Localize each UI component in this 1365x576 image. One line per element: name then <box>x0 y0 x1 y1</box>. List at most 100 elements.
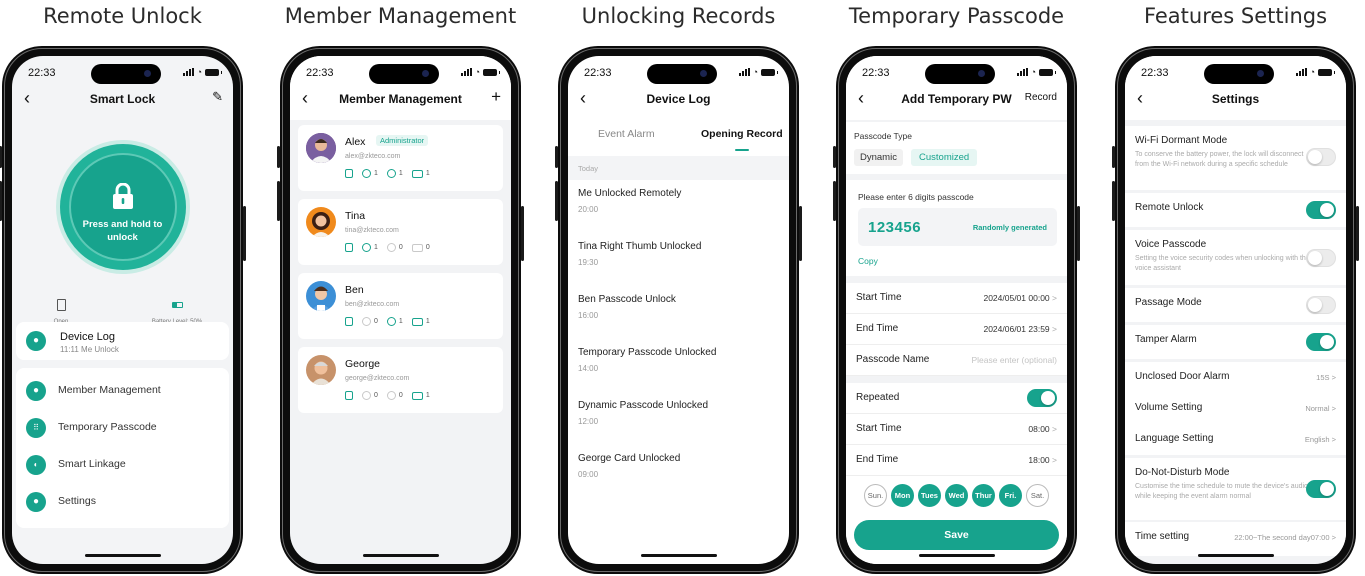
phone-icon <box>345 391 353 400</box>
press-hold-label: Press and hold to unlock <box>82 219 163 243</box>
passage-mode-toggle[interactable] <box>1306 296 1336 314</box>
passcode-value: 123456 <box>868 219 922 236</box>
day-friday[interactable]: Fri. <box>999 483 1022 507</box>
save-button[interactable]: Save <box>854 520 1059 550</box>
bell-icon: ● <box>26 331 46 351</box>
app-credential <box>345 169 353 178</box>
wifi-dormant-toggle[interactable] <box>1306 148 1336 166</box>
setting-value: 15S > <box>1316 373 1336 382</box>
menu-item-temporary-passcode[interactable]: ⠿ Temporary Passcode <box>16 409 229 446</box>
chevron-right-icon: > <box>1331 435 1336 444</box>
day-tuesday[interactable]: Tues <box>918 483 941 507</box>
record-time: 19:30 <box>578 258 599 267</box>
daily-end-row[interactable]: End Time 18:00 > <box>846 445 1067 476</box>
record-time: 12:00 <box>578 417 599 426</box>
chevron-right-icon: > <box>1052 293 1057 303</box>
tamper-alarm-toggle[interactable] <box>1306 333 1336 351</box>
copy-button[interactable]: Copy <box>858 256 878 266</box>
record-item[interactable]: Ben Passcode Unlock 16:00 <box>568 286 789 339</box>
chevron-right-icon: > <box>1052 455 1057 465</box>
passcode-name-label: Passcode Name <box>856 354 930 365</box>
member-name: Tina <box>345 210 366 222</box>
screen-device-log: 22:33 ◔ ‹ Device Log Event Alarm Opening… <box>568 56 789 564</box>
daily-start-row[interactable]: Start Time 08:00 > <box>846 414 1067 445</box>
card-icon <box>411 317 423 326</box>
device-log-card[interactable]: ● Device Log 11:11 Me Unlock <box>16 322 229 360</box>
settings-icon: ● <box>26 492 46 512</box>
door-icon <box>56 299 66 311</box>
member-card[interactable]: George george@zkteco.com 0 0 1 <box>298 347 503 413</box>
daily-end-value: 18:00 > <box>1028 455 1057 465</box>
record-item[interactable]: Dynamic Passcode Unlocked 12:00 <box>568 392 789 445</box>
nav-bar: ‹ Settings <box>1125 86 1346 120</box>
record-item[interactable]: George Card Unlocked 09:00 <box>568 445 789 498</box>
day-thursday[interactable]: Thur <box>972 483 995 507</box>
member-card[interactable]: Alex Administrator alex@zkteco.com 1 1 1 <box>298 125 503 191</box>
day-saturday[interactable]: Sat. <box>1026 483 1049 507</box>
end-time-label: End Time <box>856 323 899 334</box>
repeated-toggle[interactable] <box>1027 389 1057 407</box>
record-title: Me Unlocked Remotely <box>578 188 682 199</box>
setting-wifi-dormant: Wi-Fi Dormant Mode To conserve the batte… <box>1125 126 1346 190</box>
unlock-button[interactable]: Press and hold to unlock <box>59 144 186 270</box>
edit-icon[interactable]: ✎ <box>212 89 223 105</box>
daily-start-value: 08:00 > <box>1028 424 1057 434</box>
voice-passcode-toggle[interactable] <box>1306 249 1336 267</box>
member-name: George <box>345 358 381 370</box>
dynamic-island <box>368 64 439 84</box>
menu-item-smart-linkage[interactable]: ◐ Smart Linkage <box>16 446 229 483</box>
add-member-icon[interactable]: + <box>491 87 501 107</box>
system-icons: ◔ <box>1016 67 1056 77</box>
tab-event-alarm[interactable]: Event Alarm <box>598 128 655 140</box>
record-time: 20:00 <box>578 205 599 214</box>
random-generate-button[interactable]: Randomly generated <box>973 223 1047 232</box>
face-credential: 1 <box>386 317 403 326</box>
day-monday[interactable]: Mon <box>891 483 914 507</box>
record-item[interactable]: Me Unlocked Remotely 20:00 <box>568 180 789 233</box>
do-not-disturb-toggle[interactable] <box>1306 480 1336 498</box>
day-wednesday[interactable]: Wed <box>945 483 968 507</box>
column-member-management: Member Management 22:33 ◔ ‹ Member Manag… <box>277 0 524 576</box>
passcode-name-input[interactable]: Please enter (optional) <box>971 355 1057 365</box>
chevron-right-icon: > <box>1331 533 1336 542</box>
weekday-selector: Sun. Mon Tues Wed Thur Fri. Sat. <box>846 476 1067 514</box>
setting-volume[interactable]: Volume Setting Normal > <box>1125 393 1346 424</box>
passcode-input[interactable]: 123456 Randomly generated <box>858 208 1057 246</box>
page-title: Member Management <box>339 92 462 106</box>
setting-tamper-alarm: Tamper Alarm <box>1125 325 1346 359</box>
type-customized-option[interactable]: Customized <box>911 149 978 166</box>
admin-badge: Administrator <box>376 135 429 146</box>
battery-icon <box>1318 68 1335 76</box>
member-email: ben@zkteco.com <box>345 301 400 308</box>
record-item[interactable]: Tina Right Thumb Unlocked 19:30 <box>568 233 789 286</box>
passcode-name-row[interactable]: Passcode Name Please enter (optional) <box>846 345 1067 376</box>
record-item[interactable]: Temporary Passcode Unlocked 14:00 <box>568 339 789 392</box>
type-dynamic-option[interactable]: Dynamic <box>854 149 903 166</box>
phone-icon <box>345 317 353 326</box>
end-time-row[interactable]: End Time 2024/06/01 23:59 > <box>846 314 1067 345</box>
start-time-row[interactable]: Start Time 2024/05/01 00:00 > <box>846 283 1067 314</box>
member-email: alex@zkteco.com <box>345 153 401 160</box>
screen-settings: 22:33 ◔ ‹ Settings Wi-Fi Dormant Mode To… <box>1125 56 1346 564</box>
home-indicator <box>640 554 717 557</box>
device-log-subtitle: 11:11 Me Unlock <box>60 345 119 354</box>
menu-item-member-management[interactable]: ● Member Management <box>16 372 229 409</box>
card-credential: 1 <box>411 391 430 400</box>
day-sunday[interactable]: Sun. <box>864 483 887 507</box>
setting-language[interactable]: Language Setting English > <box>1125 424 1346 455</box>
remote-unlock-toggle[interactable] <box>1306 201 1336 219</box>
tab-opening-record[interactable]: Opening Record <box>701 128 783 140</box>
menu-label: Settings <box>58 495 96 507</box>
phone-frame: 22:33 ◔ ‹ Device Log Event Alarm Opening… <box>555 46 802 574</box>
menu-label: Smart Linkage <box>58 458 126 470</box>
member-email: tina@zkteco.com <box>345 227 399 234</box>
setting-unclosed-door-alarm[interactable]: Unclosed Door Alarm 15S > <box>1125 362 1346 393</box>
fingerprint-icon <box>362 391 371 400</box>
daily-end-label: End Time <box>856 454 899 465</box>
menu-item-settings[interactable]: ● Settings <box>16 483 229 520</box>
record-link[interactable]: Record <box>1025 92 1057 103</box>
signal-icon <box>460 68 472 76</box>
member-card[interactable]: Ben ben@zkteco.com 0 1 1 <box>298 273 503 339</box>
member-card[interactable]: Tina tina@zkteco.com 1 0 0 <box>298 199 503 265</box>
setting-time[interactable]: Time setting 22:00~The second day07:00 > <box>1125 522 1346 556</box>
